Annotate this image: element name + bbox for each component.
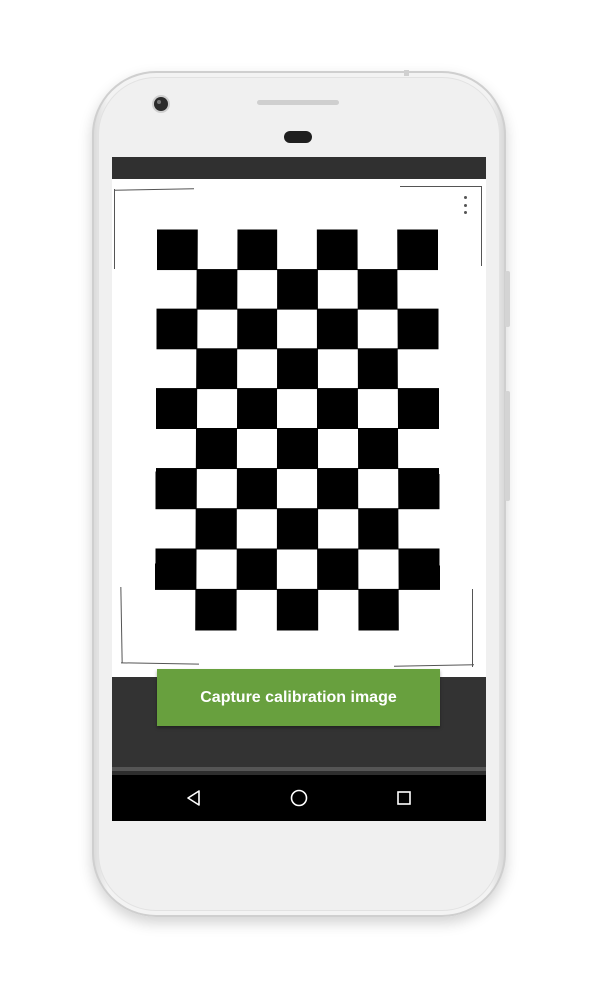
checker-square: [317, 388, 358, 429]
checker-square: [317, 548, 359, 590]
phone-top-mark: [404, 70, 409, 76]
checker-square: [196, 428, 238, 469]
power-button: [505, 271, 510, 327]
checker-square: [317, 229, 358, 270]
speaker-grille: [257, 100, 339, 105]
checker-square: [156, 229, 198, 270]
checker-square: [236, 229, 278, 270]
checker-square: [397, 468, 440, 509]
checker-square: [276, 269, 318, 310]
checker-square: [195, 588, 237, 630]
more-vert-icon[interactable]: [460, 196, 470, 214]
checker-square: [236, 548, 278, 590]
checker-square: [357, 269, 398, 310]
frame-corner-top-left-vertical: [114, 189, 115, 269]
checker-square: [236, 388, 278, 429]
frame-corner-top-left: [113, 188, 195, 191]
checker-square: [357, 348, 399, 389]
camera-viewfinder[interactable]: [112, 179, 486, 677]
checker-square: [357, 428, 399, 469]
checker-square: [155, 548, 197, 590]
checker-square: [397, 308, 439, 349]
recents-square-icon[interactable]: [392, 786, 416, 810]
frame-corner-top-right: [400, 186, 482, 187]
back-triangle-icon[interactable]: [182, 786, 206, 810]
panel-divider: [112, 767, 486, 771]
checker-square: [196, 348, 238, 389]
checker-square: [196, 269, 238, 310]
earpiece-icon: [284, 131, 312, 143]
frame-corner-bottom-left: [120, 662, 200, 665]
checker-square: [236, 468, 278, 509]
frame-corner-bottom-right-vertical: [472, 589, 473, 667]
checker-square: [276, 348, 318, 389]
checker-square: [276, 588, 318, 630]
checker-square: [357, 508, 399, 549]
checker-square: [398, 548, 440, 590]
overflow-dot: [463, 196, 467, 199]
frame-corner-top-right-vertical: [481, 186, 482, 266]
checker-square: [317, 468, 359, 509]
overflow-dot: [463, 211, 467, 214]
volume-button: [505, 391, 510, 501]
calibration-checkerboard: [155, 229, 440, 630]
checker-square: [357, 588, 400, 630]
checker-square: [397, 388, 439, 429]
frame-corner-bottom-left-vertical: [120, 586, 123, 664]
checker-square: [276, 508, 318, 549]
overflow-dot: [463, 203, 467, 207]
checker-square: [317, 308, 358, 349]
checker-square: [236, 308, 278, 349]
checker-square: [156, 308, 198, 349]
home-circle-icon[interactable]: [287, 786, 311, 810]
navigation-bar: [112, 775, 486, 821]
phone-screen: Capture calibration image: [112, 157, 486, 821]
checker-square: [276, 428, 318, 469]
front-camera-icon: [154, 97, 168, 111]
checker-square: [397, 229, 438, 270]
checker-square: [155, 388, 197, 429]
frame-corner-bottom-right: [393, 664, 475, 667]
stage: Capture calibration image: [0, 0, 600, 1007]
checker-square: [195, 508, 237, 549]
checker-square: [155, 468, 197, 509]
capture-calibration-button[interactable]: Capture calibration image: [157, 669, 440, 726]
status-bar: [112, 157, 486, 179]
